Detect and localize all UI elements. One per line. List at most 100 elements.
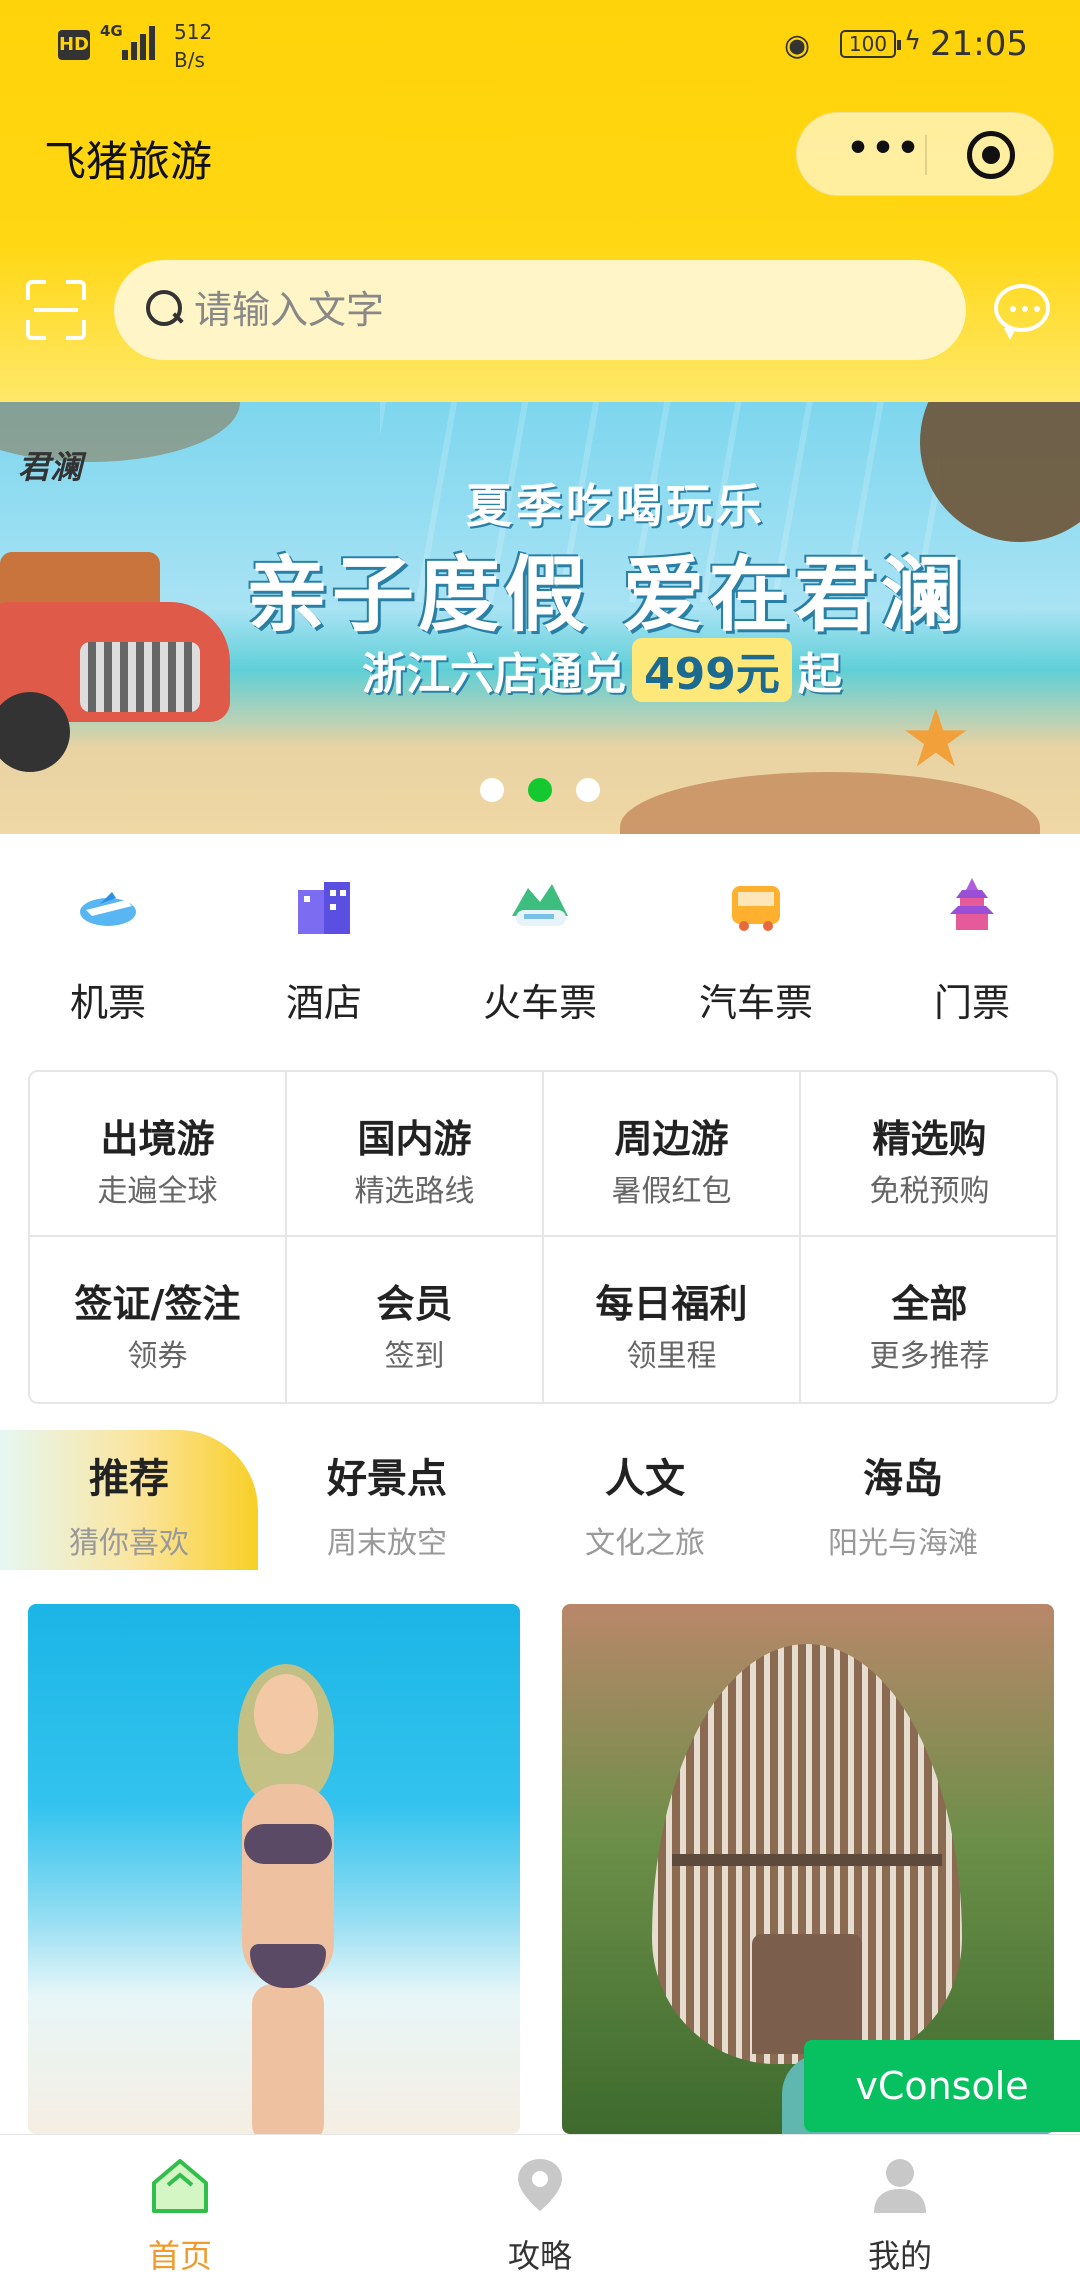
tab-title: 好景点 [327, 1456, 447, 1502]
tab-subtitle: 猜你喜欢 [69, 1526, 189, 1561]
tab-title: 推荐 [89, 1456, 169, 1502]
grid-title: 国内游 [357, 1117, 472, 1161]
network-speed: 512 B/s [174, 18, 212, 74]
banner-dot-active[interactable] [528, 778, 552, 802]
tab-subtitle: 文化之旅 [585, 1526, 705, 1561]
grid-item-all[interactable]: 全部 更多推荐 [801, 1237, 1056, 1402]
header: HD 4G 512 B/s ◉ 100 ϟ 21:05 飞猪旅游 ••• [0, 0, 1080, 402]
grid-item-member[interactable]: 会员 签到 [287, 1237, 544, 1402]
feed-tabs: 推荐 猜你喜欢 好景点 周末放空 人文 文化之旅 海岛 阳光与海滩 [0, 1430, 1080, 1570]
grid-item-outbound[interactable]: 出境游 走遍全球 [30, 1072, 287, 1237]
tab-subtitle: 阳光与海滩 [828, 1526, 978, 1561]
plane-icon [80, 892, 136, 926]
user-icon [874, 2159, 926, 2213]
hotel-icon [298, 882, 350, 934]
banner-beach [620, 772, 1040, 834]
feed-card-beach[interactable] [28, 1604, 520, 2134]
grid-subtitle: 暑假红包 [611, 1174, 732, 1209]
chat-bubble-icon[interactable] [994, 284, 1050, 340]
tab-subtitle: 周末放空 [327, 1526, 447, 1561]
category-bus[interactable]: 汽车票 [648, 870, 864, 1030]
grid-item-domestic[interactable]: 国内游 精选路线 [287, 1072, 544, 1237]
banner-subtitle: 夏季吃喝玩乐 [466, 479, 766, 533]
grid-title: 全部 [891, 1282, 968, 1326]
tabbar-mine[interactable]: 我的 [720, 2135, 1080, 2280]
speed-value: 512 [174, 20, 213, 44]
banner-offer-price: 499元 [632, 638, 792, 702]
promo-banner[interactable]: 君澜 夏季吃喝玩乐 亲子度假 爱在君澜 浙江六店通兑 499元起 ★ [0, 402, 1080, 834]
train-icon [512, 884, 568, 926]
app-title: 飞猪旅游 [44, 137, 213, 186]
location-pin-icon [518, 2159, 562, 2211]
category-label: 机票 [69, 981, 146, 1025]
tab-island[interactable]: 海岛 阳光与海滩 [774, 1430, 1032, 1570]
tabbar-guide[interactable]: 攻略 [360, 2135, 720, 2280]
category-label: 酒店 [285, 981, 362, 1025]
grid-title: 每日福利 [595, 1282, 748, 1326]
search-input[interactable] [194, 280, 934, 340]
service-grid: 出境游 走遍全球 国内游 精选路线 周边游 暑假红包 精选购 免税预购 签证/签… [28, 1070, 1058, 1404]
network-type: 4G [100, 22, 123, 40]
temple-icon [950, 878, 994, 930]
grid-title: 精选购 [872, 1117, 987, 1161]
category-train[interactable]: 火车票 [432, 870, 648, 1030]
bus-icon [732, 886, 780, 931]
scan-icon[interactable] [26, 280, 86, 340]
hd-badge: HD [58, 30, 90, 60]
search-bar[interactable] [114, 260, 966, 360]
vconsole-button[interactable]: vConsole [804, 2040, 1080, 2132]
charging-icon: ϟ [904, 26, 922, 56]
speed-unit: B/s [174, 48, 205, 72]
more-dots-icon[interactable]: ••• [829, 131, 939, 177]
grid-title: 周边游 [614, 1117, 729, 1161]
grid-subtitle: 走遍全球 [97, 1174, 218, 1209]
status-bar: HD 4G 512 B/s ◉ 100 ϟ 21:05 [0, 0, 1080, 100]
banner-pagination [480, 778, 600, 806]
banner-brand: 君澜 [18, 448, 83, 486]
tab-title: 海岛 [863, 1456, 943, 1502]
grid-title: 签证/签注 [74, 1282, 241, 1326]
category-label: 门票 [933, 981, 1010, 1025]
category-row: 机票 酒店 火车票 汽车票 门票 [0, 870, 1080, 1030]
home-icon [152, 2159, 208, 2213]
grid-subtitle: 领里程 [626, 1339, 717, 1374]
grid-item-visa[interactable]: 签证/签注 领券 [30, 1237, 287, 1402]
grid-subtitle: 领券 [127, 1339, 188, 1374]
banner-offer-prefix: 浙江六店通兑 [362, 649, 626, 700]
tabbar-home[interactable]: 首页 [0, 2135, 360, 2280]
signal-icon [122, 26, 158, 60]
grid-title: 会员 [376, 1282, 453, 1326]
tab-culture[interactable]: 人文 文化之旅 [516, 1430, 774, 1570]
eye-comfort-icon: ◉ [784, 28, 811, 63]
category-label: 火车票 [482, 981, 597, 1025]
grid-subtitle: 签到 [384, 1339, 445, 1374]
banner-car-illustration [0, 522, 240, 772]
tab-recommend[interactable]: 推荐 猜你喜欢 [0, 1430, 258, 1570]
banner-headline: 亲子度假 爱在君澜 [246, 548, 967, 643]
grid-subtitle: 更多推荐 [869, 1339, 990, 1374]
miniprogram-capsule: ••• [796, 112, 1054, 196]
tabbar-label: 我的 [867, 2237, 932, 2275]
clock: 21:05 [930, 24, 1028, 64]
grid-title: 出境游 [100, 1117, 215, 1161]
grid-subtitle: 免税预购 [869, 1174, 990, 1209]
tab-scenic[interactable]: 好景点 周末放空 [258, 1430, 516, 1570]
target-icon[interactable] [967, 131, 1015, 179]
battery-icon: 100 [840, 30, 901, 58]
banner-dot[interactable] [480, 778, 504, 802]
category-hotel[interactable]: 酒店 [216, 870, 432, 1030]
grid-item-nearby[interactable]: 周边游 暑假红包 [544, 1072, 801, 1237]
grid-subtitle: 精选路线 [354, 1174, 475, 1209]
category-ticket[interactable]: 门票 [864, 870, 1080, 1030]
banner-offer-suffix: 起 [797, 649, 842, 700]
capsule-divider [925, 135, 927, 175]
villa-entrance [752, 1934, 862, 2054]
tabbar-label: 攻略 [507, 2237, 572, 2275]
grid-item-shopping[interactable]: 精选购 免税预购 [801, 1072, 1056, 1237]
category-flight[interactable]: 机票 [0, 870, 216, 1030]
category-label: 汽车票 [698, 981, 813, 1025]
grid-item-daily-welfare[interactable]: 每日福利 领里程 [544, 1237, 801, 1402]
banner-dot[interactable] [576, 778, 600, 802]
beach-photo [228, 1664, 348, 2134]
tabbar-label: 首页 [147, 2237, 212, 2275]
